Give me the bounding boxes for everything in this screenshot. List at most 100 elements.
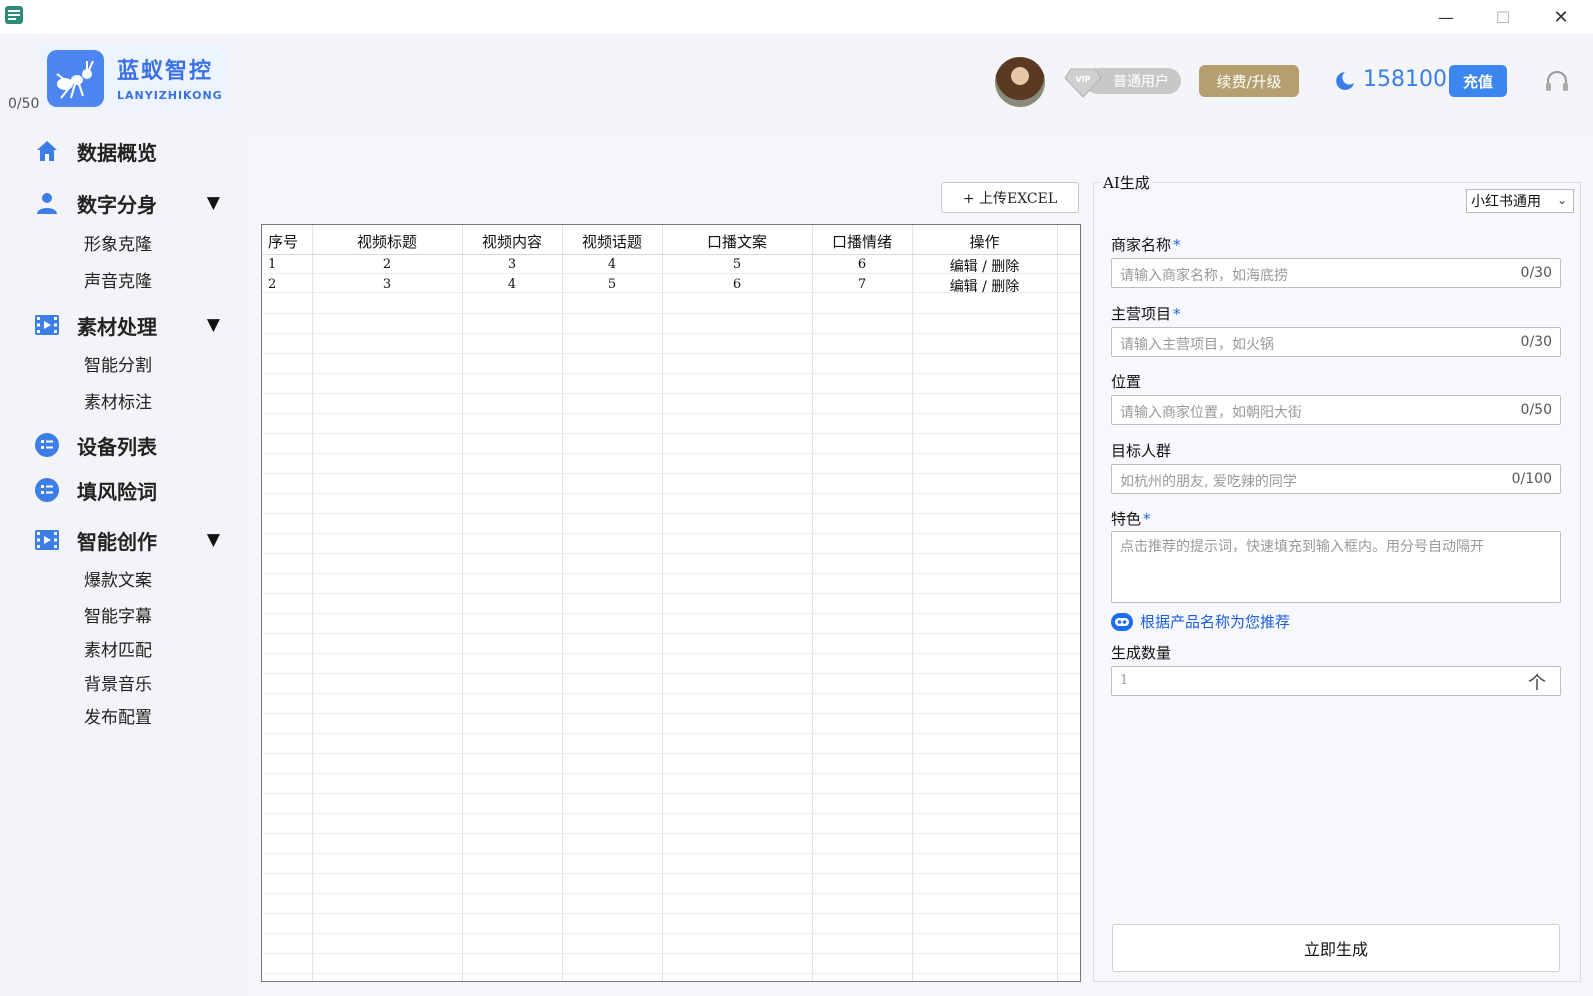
nav-label: 智能创作 (77, 529, 157, 554)
vip-diamond-icon: VIP (1064, 68, 1102, 98)
generate-now-button[interactable]: 立即生成 (1112, 924, 1560, 972)
nav-digital-avatar[interactable]: 数字分身 ▼ (34, 185, 234, 221)
nav-label: 数字分身 (77, 192, 157, 217)
row-actions-edit-delete[interactable]: 编辑 / 删除 (912, 276, 1057, 296)
nav-label: 填风险词 (77, 479, 157, 504)
table-cell: 3 (382, 277, 392, 292)
location-input[interactable]: 请输入商家位置，如朝阳大街 0/50 (1111, 395, 1561, 425)
nav-label: 素材处理 (77, 314, 157, 339)
logo-subtitle: LANYIZHIKONG (117, 89, 223, 102)
table-cell: 5 (607, 277, 617, 292)
upload-excel-button[interactable]: + 上传EXCEL (941, 182, 1079, 213)
nav-sub-voice-clone[interactable]: 声音克隆 (84, 267, 152, 292)
ai-bot-icon (1111, 612, 1133, 631)
list-icon (34, 477, 60, 503)
column-header[interactable]: 口播文案 (662, 231, 812, 252)
chevron-down-icon: ⌄ (1556, 193, 1567, 207)
coin-icon (1336, 72, 1354, 90)
template-select-value: 小红书通用 (1471, 194, 1541, 210)
template-select[interactable]: 小红书通用 ⌄ (1466, 189, 1574, 213)
table-cell: 4 (607, 257, 617, 272)
quantity-value: 1 (1120, 673, 1129, 688)
nav-label: 设备列表 (77, 434, 157, 459)
close-button[interactable]: ✕ (1533, 0, 1589, 34)
nav-data-overview[interactable]: 数据概览 (34, 133, 234, 169)
maximize-button[interactable]: ☐ (1475, 0, 1531, 34)
film-icon (34, 527, 60, 553)
merchant-name-label: 商家名称 * (1111, 236, 1181, 254)
feature-textarea[interactable]: 点击推荐的提示词，快速填充到输入框内。用分号自动隔开 (1111, 531, 1561, 603)
target-audience-label: 目标人群 (1111, 442, 1172, 460)
column-header[interactable]: 口播情绪 (812, 231, 912, 252)
quantity-label: 生成数量 (1111, 644, 1172, 662)
avatar[interactable] (995, 57, 1045, 107)
input-placeholder: 如杭州的朋友, 爱吃辣的同学 (1120, 474, 1297, 490)
logo: 蓝蚁智控 LANYIZHIKONG (39, 44, 229, 111)
nav-device-list[interactable]: 设备列表 (34, 427, 234, 463)
column-header[interactable]: 视频标题 (312, 231, 462, 252)
table-cell: 5 (732, 257, 742, 272)
table-cell: 3 (507, 257, 517, 272)
nav-smart-creation[interactable]: 智能创作 ▼ (34, 522, 234, 558)
recharge-button[interactable]: 充值 (1449, 65, 1507, 97)
chevron-down-icon[interactable]: ▼ (207, 315, 220, 335)
nav-sub-publish-config[interactable]: 发布配置 (84, 703, 152, 728)
nav-sub-hot-copy[interactable]: 爆款文案 (84, 566, 152, 591)
nav-material-processing[interactable]: 素材处理 ▼ (34, 307, 234, 343)
film-icon (34, 312, 60, 338)
balance-value: 158100 (1363, 67, 1447, 92)
column-header[interactable]: 视频内容 (462, 231, 562, 252)
char-count: 0/30 (1520, 265, 1552, 281)
vip-badge: 普通用户 VIP (1063, 65, 1181, 98)
table-cell: 4 (507, 277, 517, 292)
usage-counter: 0/50 (8, 96, 40, 112)
nav-sub-material-match[interactable]: 素材匹配 (84, 636, 152, 661)
nav-sub-smart-subtitle[interactable]: 智能字幕 (84, 602, 152, 627)
table-cell: 2 (382, 257, 392, 272)
table-cell: 7 (857, 277, 867, 292)
title-bar: — ☐ ✕ (0, 0, 1593, 34)
feature-label: 特色 * (1111, 510, 1151, 528)
row-actions-edit-delete[interactable]: 编辑 / 删除 (912, 256, 1057, 276)
merchant-name-input[interactable]: 请输入商家名称，如海底捞 0/30 (1111, 258, 1561, 288)
ai-panel-title: AI生成 (1101, 172, 1152, 193)
nav-sub-bg-music[interactable]: 背景音乐 (84, 670, 152, 695)
char-count: 0/30 (1520, 334, 1552, 350)
main-business-label: 主营项目 * (1111, 305, 1181, 323)
chevron-down-icon[interactable]: ▼ (207, 530, 220, 550)
column-header[interactable]: 操作 (912, 231, 1057, 252)
data-table: 序号 视频标题 视频内容 视频话题 口播文案 口播情绪 操作 1 2 3 4 5… (261, 224, 1081, 982)
list-icon (34, 432, 60, 458)
location-label: 位置 (1111, 373, 1142, 391)
target-audience-input[interactable]: 如杭州的朋友, 爱吃辣的同学 0/100 (1111, 464, 1561, 494)
renew-upgrade-button[interactable]: 续费/升级 (1199, 65, 1299, 97)
column-header[interactable]: 序号 (262, 231, 312, 252)
quantity-stepper[interactable]: 1 个 (1111, 666, 1561, 696)
input-placeholder: 请输入主营项目，如火锅 (1120, 337, 1274, 353)
home-icon (34, 138, 60, 164)
input-placeholder: 请输入商家位置，如朝阳大街 (1120, 405, 1302, 421)
chevron-down-icon[interactable]: ▼ (207, 193, 220, 213)
table-cell: 6 (857, 257, 867, 272)
column-header[interactable]: 视频话题 (562, 231, 662, 252)
logo-title: 蓝蚁智控 (117, 59, 214, 84)
user-icon (34, 190, 60, 216)
recommend-text: 根据产品名称为您推荐 (1140, 613, 1291, 631)
char-count: 0/50 (1520, 402, 1552, 418)
table-cell: 1 (268, 257, 277, 272)
app-icon (5, 6, 23, 24)
nav-risk-words[interactable]: 填风险词 (34, 472, 234, 508)
nav-sub-smart-split[interactable]: 智能分割 (84, 351, 152, 376)
char-count: 0/100 (1511, 471, 1552, 487)
textarea-placeholder: 点击推荐的提示词，快速填充到输入框内。用分号自动隔开 (1120, 539, 1484, 555)
recommend-link[interactable]: 根据产品名称为您推荐 (1111, 611, 1290, 632)
nav-sub-material-tagging[interactable]: 素材标注 (84, 388, 152, 413)
nav-sub-image-clone[interactable]: 形象克隆 (84, 230, 152, 255)
table-cell: 6 (732, 277, 742, 292)
minimize-button[interactable]: — (1418, 0, 1474, 34)
main-business-input[interactable]: 请输入主营项目，如火锅 0/30 (1111, 327, 1561, 357)
headset-icon[interactable] (1543, 68, 1571, 96)
increment-button[interactable]: 个 (1528, 669, 1546, 695)
input-placeholder: 请输入商家名称，如海底捞 (1120, 268, 1288, 284)
table-cell: 2 (268, 277, 277, 292)
